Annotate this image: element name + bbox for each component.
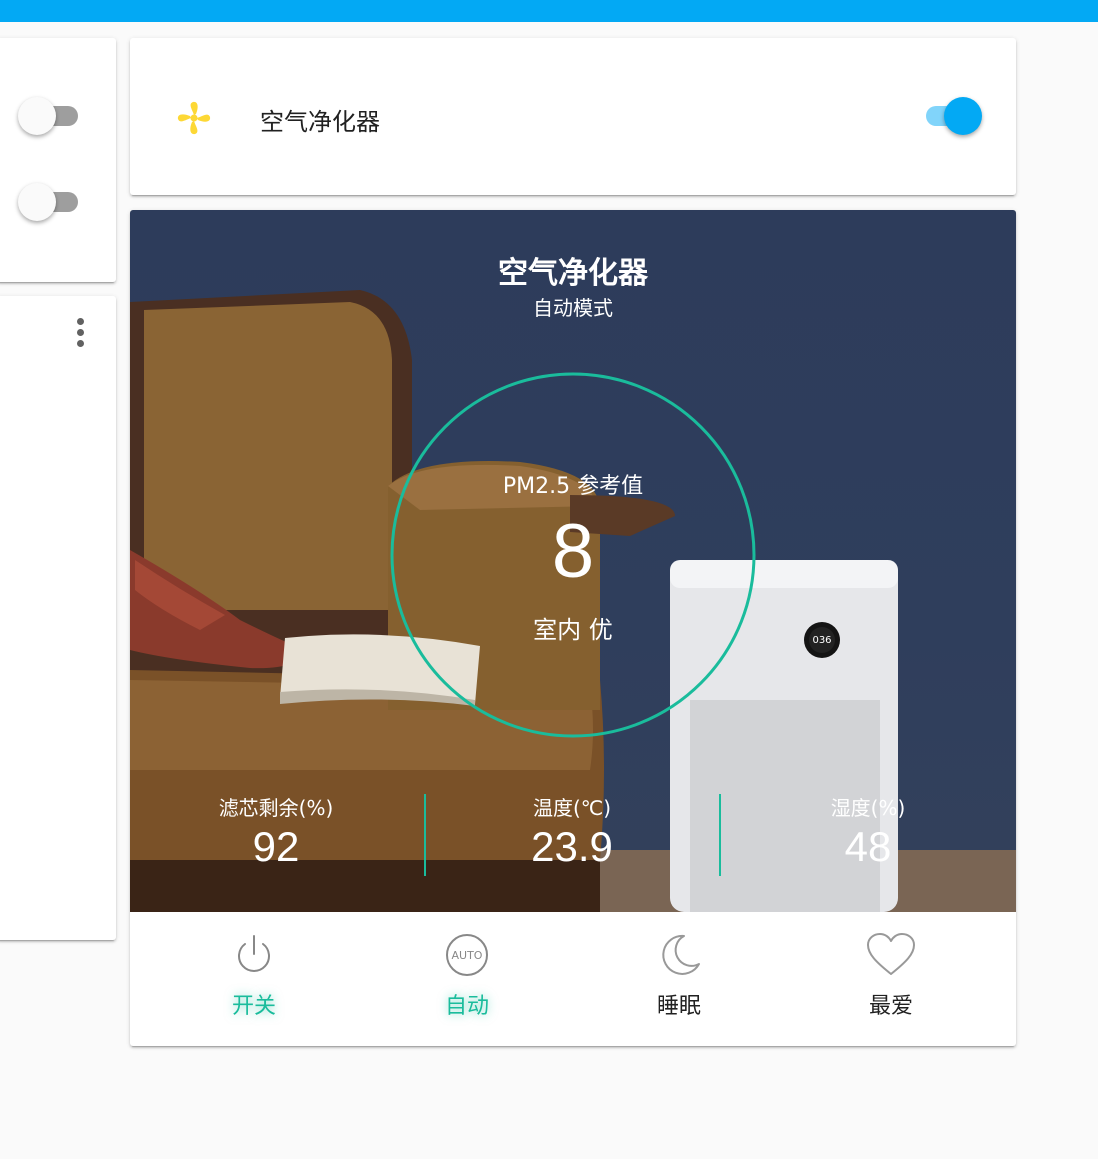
air-quality-label: 室内 优 [533, 616, 613, 644]
power-icon [238, 935, 270, 972]
auto-button[interactable]: AUTO 自动 [387, 922, 547, 1042]
more-menu-icon[interactable] [74, 318, 86, 348]
humidity-stat: 湿度(%) 48 [758, 792, 978, 871]
air-purifier-card: 036 空气净化器 自动模式 PM2.5 参考值 8 室内 优 滤芯剩余(%) … [130, 210, 1016, 1046]
humidity-label: 湿度(%) [830, 796, 906, 820]
filter-stat: 滤芯剩余(%) 92 [166, 792, 386, 871]
sleep-button[interactable]: 睡眠 [599, 922, 759, 1042]
filter-value: 92 [252, 823, 300, 870]
side-switch-card [0, 38, 116, 282]
power-button[interactable]: 开关 [174, 922, 334, 1042]
toggle-thumb [944, 97, 982, 135]
side-toggle-2[interactable] [18, 182, 84, 222]
top-app-bar [0, 0, 1098, 22]
filter-label: 滤芯剩余(%) [218, 796, 334, 820]
entity-row-card: 空气净化器 [130, 38, 1016, 195]
humidity-value: 48 [844, 823, 892, 870]
power-label: 开关 [231, 994, 276, 1019]
moon-icon [662, 934, 700, 975]
toggle-thumb [18, 183, 56, 221]
heart-icon [867, 933, 915, 975]
entity-name: 空气净化器 [260, 108, 380, 136]
temperature-stat: 温度(℃) 23.9 [462, 792, 682, 871]
temperature-label: 温度(℃) [532, 796, 612, 820]
pm25-value: 8 [551, 509, 595, 594]
auto-icon: AUTO [446, 934, 488, 976]
stat-divider [719, 794, 721, 876]
favorite-label: 最爱 [868, 994, 913, 1019]
mode-label: 自动模式 [533, 296, 613, 320]
temperature-value: 23.9 [531, 823, 613, 870]
favorite-button[interactable]: 最爱 [811, 922, 971, 1042]
card-title: 空气净化器 [498, 256, 648, 291]
toggle-thumb [18, 97, 56, 135]
power-toggle[interactable] [916, 96, 982, 136]
sleep-label: 睡眠 [656, 994, 701, 1019]
fan-icon [177, 101, 211, 135]
side-toggle-1[interactable] [18, 96, 84, 136]
svg-text:AUTO: AUTO [452, 949, 483, 962]
stat-divider [424, 794, 426, 876]
side-card [0, 296, 116, 940]
auto-label: 自动 [444, 994, 489, 1019]
pm25-label: PM2.5 参考值 [502, 474, 644, 499]
background-photo: 036 空气净化器 自动模式 PM2.5 参考值 8 室内 优 滤芯剩余(%) … [130, 210, 1016, 912]
